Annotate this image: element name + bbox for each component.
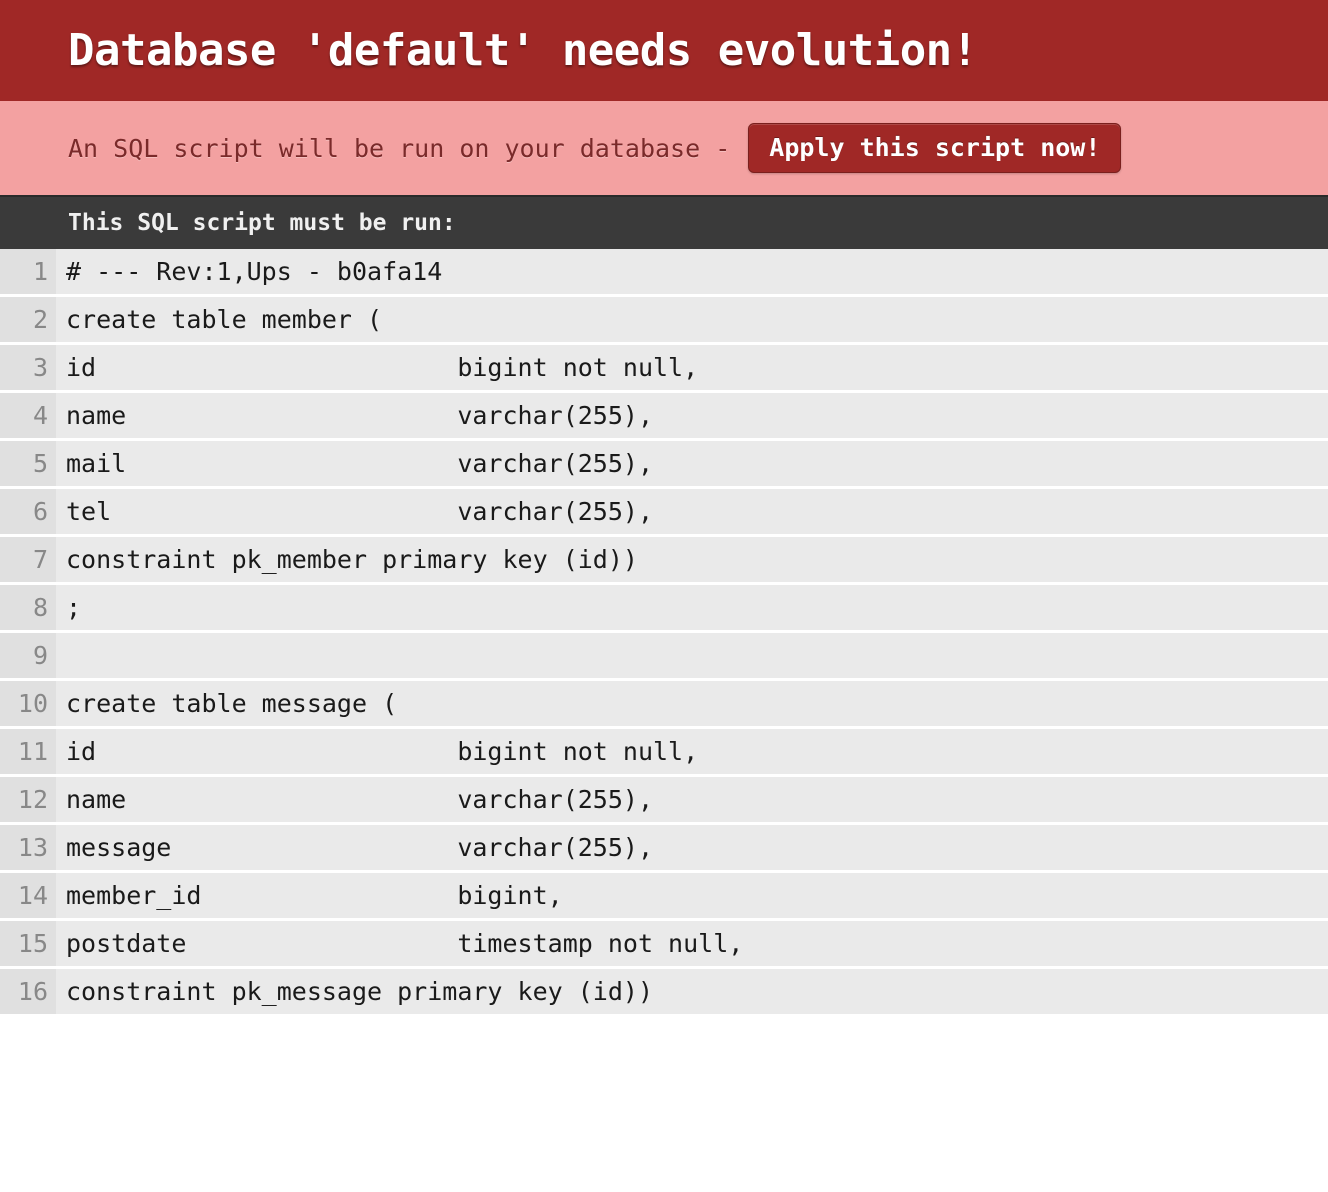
line-number: 11 [0,729,56,777]
code-line: constraint pk_member primary key (id)) [56,537,1328,585]
line-number: 10 [0,681,56,729]
script-section-heading: This SQL script must be run: [0,195,1328,249]
line-number: 4 [0,393,56,441]
code-line: create table message ( [56,681,1328,729]
line-number: 8 [0,585,56,633]
code-line: id bigint not null, [56,345,1328,393]
line-number: 7 [0,537,56,585]
code-line: member_id bigint, [56,873,1328,921]
line-number: 9 [0,633,56,681]
code-line: name varchar(255), [56,777,1328,825]
apply-script-button[interactable]: Apply this script now! [748,123,1121,173]
page-title: Database 'default' needs evolution! [0,0,1328,101]
code-line: mail varchar(255), [56,441,1328,489]
line-number: 3 [0,345,56,393]
code-line: create table member ( [56,297,1328,345]
action-prompt: An SQL script will be run on your databa… [68,134,730,163]
line-number: 12 [0,777,56,825]
code-line: constraint pk_message primary key (id)) [56,969,1328,1017]
code-line [56,633,1328,681]
line-number: 2 [0,297,56,345]
line-number-gutter: 12345678910111213141516 [0,249,56,1017]
line-number: 16 [0,969,56,1017]
code-line: tel varchar(255), [56,489,1328,537]
line-number: 15 [0,921,56,969]
sql-code-block: 12345678910111213141516 # --- Rev:1,Ups … [0,249,1328,1017]
line-number: 14 [0,873,56,921]
code-line: id bigint not null, [56,729,1328,777]
code-line: message varchar(255), [56,825,1328,873]
line-number: 1 [0,249,56,297]
code-line: name varchar(255), [56,393,1328,441]
code-line: # --- Rev:1,Ups - b0afa14 [56,249,1328,297]
code-line: ; [56,585,1328,633]
line-number: 5 [0,441,56,489]
action-bar: An SQL script will be run on your databa… [0,101,1328,195]
code-lines: # --- Rev:1,Ups - b0afa14create table me… [56,249,1328,1017]
line-number: 13 [0,825,56,873]
line-number: 6 [0,489,56,537]
code-line: postdate timestamp not null, [56,921,1328,969]
